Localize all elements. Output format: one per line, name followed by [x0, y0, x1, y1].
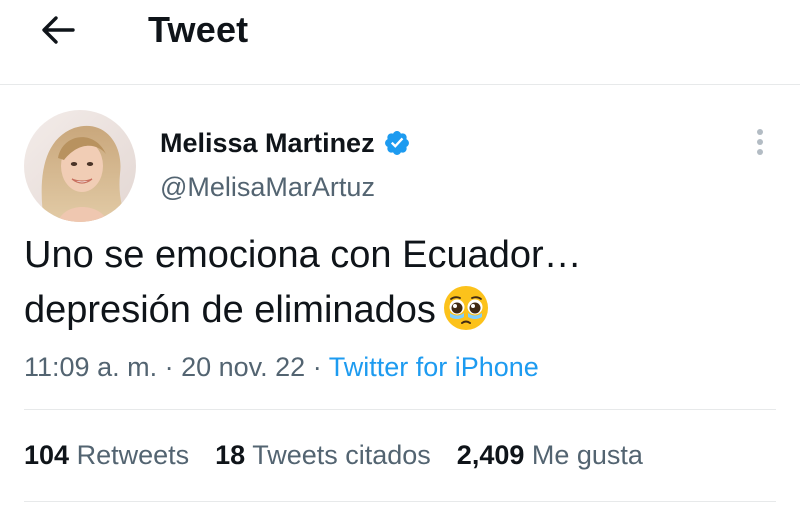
likes-label: Me gusta [531, 440, 643, 470]
tweet-meta: 11:09 a. m. · 20 nov. 22 · Twitter for i… [24, 350, 539, 384]
meta-separator: · [157, 352, 182, 382]
more-vertical-icon [757, 129, 763, 155]
retweets-count: 104 [24, 440, 70, 470]
likes-stat[interactable]: 2,409 Me gusta [457, 438, 643, 472]
pleading-face-with-tears-icon [443, 286, 488, 330]
tweet-detail-screen: Tweet Melissa Martinez @MelisaMarArtuz U… [0, 0, 800, 525]
engagement-stats: 104 Retweets 18 Tweets citados 2,409 Me … [24, 438, 669, 472]
divider [24, 409, 776, 410]
top-bar: Tweet [0, 0, 800, 85]
quote-tweets-stat[interactable]: 18 Tweets citados [215, 438, 431, 472]
profile-photo [24, 110, 136, 222]
likes-count: 2,409 [456, 440, 525, 470]
author-handle[interactable]: @MelisaMarArtuz [160, 170, 375, 204]
verified-badge-icon [384, 131, 409, 155]
arrow-left-icon [42, 16, 75, 44]
tweet-time[interactable]: 11:09 a. m. [24, 352, 157, 382]
more-options-button[interactable] [742, 124, 778, 160]
avatar[interactable] [24, 110, 136, 222]
page-title: Tweet [148, 9, 249, 50]
retweets-label: Retweets [76, 440, 190, 470]
tweet-text-line-2: depresión de eliminados [24, 283, 764, 338]
quotes-count: 18 [215, 440, 246, 470]
quotes-label: Tweets citados [252, 440, 431, 470]
tweet-text-line-2-text: depresión de eliminados [24, 289, 436, 331]
tweet-source-link[interactable]: Twitter for iPhone [329, 352, 539, 382]
author-name-row[interactable]: Melissa Martinez [160, 126, 411, 160]
display-name[interactable]: Melissa Martinez [160, 128, 375, 159]
meta-separator: · [305, 352, 329, 382]
tweet-text: Uno se emociona con Ecuador… depresión d… [24, 228, 764, 338]
retweets-stat[interactable]: 104 Retweets [24, 438, 189, 472]
back-button[interactable] [36, 8, 80, 52]
divider [24, 501, 776, 502]
tweet-text-line-1: Uno se emociona con Ecuador… [24, 234, 582, 276]
tweet-date[interactable]: 20 nov. 22 [181, 352, 305, 382]
